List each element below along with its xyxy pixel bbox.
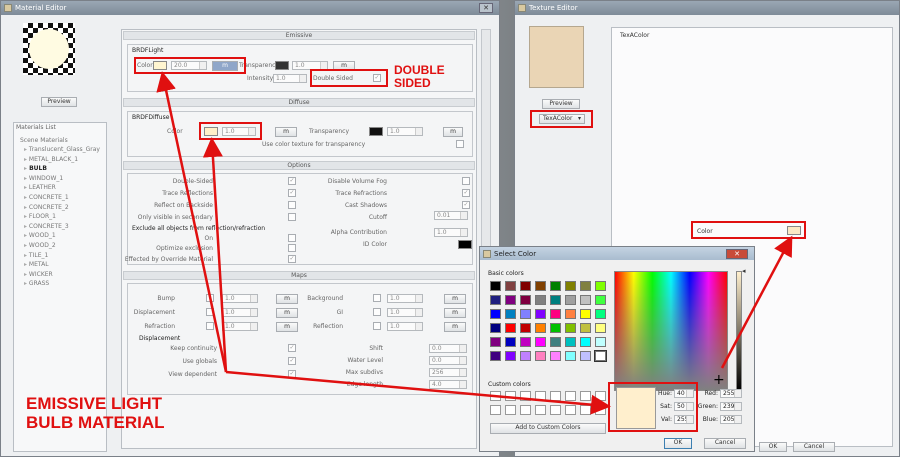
annotation-arrows bbox=[156, 71, 793, 415]
emissive-light-annotation-text: EMISSIVE LIGHT BULB MATERIAL bbox=[26, 394, 165, 432]
emissive-light-annotation: EMISSIVE LIGHT BULB MATERIAL bbox=[26, 394, 165, 432]
arrow-to-texture-color bbox=[720, 235, 793, 369]
arrow-to-color-picker bbox=[225, 370, 611, 415]
